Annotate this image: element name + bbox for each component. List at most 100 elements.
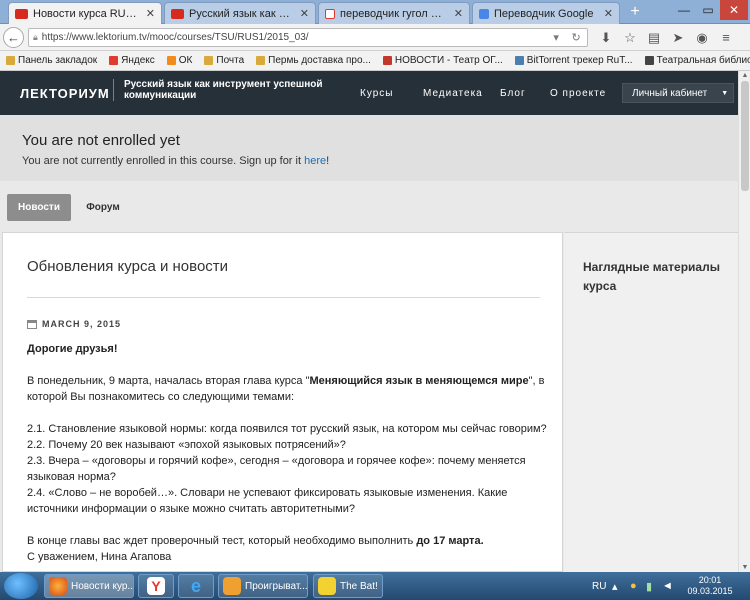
news-panel: Обновления курса и новости MARCH 9, 2015… <box>2 232 563 572</box>
post-signature: С уважением, Нина Агапова <box>27 551 172 563</box>
task-yandex-browser[interactable]: Y <box>138 574 174 598</box>
task-label: Проигрыват... <box>245 580 308 592</box>
cabinet-label: Личный кабинет <box>632 87 708 99</box>
download-icon[interactable]: ⬇ <box>598 30 614 46</box>
volume-icon[interactable]: ◄ <box>662 572 673 600</box>
news-heading: Обновления курса и новости <box>27 258 229 275</box>
browser-tab-2[interactable]: Русский язык как инстру... ✕ <box>164 2 316 24</box>
youtube-red-icon <box>171 8 184 19</box>
back-arrow-icon[interactable]: ← <box>3 27 24 48</box>
folder-icon <box>6 56 15 65</box>
notice-text-after: ! <box>326 155 330 167</box>
nav-link-blog[interactable]: Блог <box>500 88 550 99</box>
scroll-up-icon[interactable]: ▲ <box>741 72 749 79</box>
site-nav: Курсы Медиатека Блог О проекте <box>360 88 630 99</box>
site-header: ЛЕКТОРИУМ Русский язык как инструмент ус… <box>0 71 738 115</box>
bookmark-item[interactable]: Яндекс <box>103 55 161 66</box>
divider <box>27 297 540 298</box>
chat-icon[interactable]: ◉ <box>694 30 710 46</box>
enroll-link[interactable]: here <box>304 155 326 167</box>
topic-item: 2.3. Вчера – «договоры и горячий кофе», … <box>27 455 526 483</box>
torrent-icon <box>514 56 524 65</box>
browser-tab-4[interactable]: Переводчик Google ✕ <box>472 2 620 24</box>
cabinet-dropdown[interactable]: Личный кабинет ▼ <box>622 83 734 103</box>
maximize-icon[interactable]: ▭ <box>696 0 720 20</box>
send-icon[interactable]: ➤ <box>670 30 686 46</box>
new-tab-plus-icon[interactable]: + <box>626 3 644 21</box>
close-window-icon[interactable]: ✕ <box>720 0 748 20</box>
post-closing: В конце главы вас ждет проверочный тест,… <box>27 535 484 547</box>
tray-app-icon[interactable]: ● <box>630 572 637 600</box>
scroll-thumb[interactable] <box>741 81 749 191</box>
notice-title: You are not enrolled yet <box>22 132 180 149</box>
folder-icon <box>256 56 266 65</box>
network-icon[interactable]: ▮ <box>646 572 652 600</box>
browser-tab-label: Новости курса RUS1 | Ле... <box>33 7 141 20</box>
bookmark-item[interactable]: Пермь доставка про... <box>250 55 377 66</box>
theatre-icon <box>382 56 392 65</box>
post-greeting: Дорогие друзья! <box>27 343 118 355</box>
start-button[interactable] <box>4 573 38 599</box>
clock-date: 09.03.2015 <box>687 586 733 596</box>
close-icon[interactable]: ✕ <box>146 7 155 20</box>
reload-icon[interactable]: ↻ <box>571 31 580 44</box>
bookmark-item[interactable]: BitTorrent трекер RuT... <box>509 55 639 66</box>
odnoklassniki-icon <box>166 56 176 65</box>
sidebar-title: Наглядные материалы курса <box>583 260 720 293</box>
post-date: MARCH 9, 2015 <box>27 319 121 329</box>
bookmark-label: НОВОСТИ - Театр ОГ... <box>394 55 503 66</box>
nav-link-courses[interactable]: Курсы <box>360 88 425 99</box>
youtube-red-icon <box>15 8 28 19</box>
task-label: Новости кур... <box>71 580 134 592</box>
close-icon[interactable]: ✕ <box>300 7 309 20</box>
topic-item: 2.1. Становление языковой нормы: когда п… <box>27 423 547 435</box>
caret-down-icon: ▼ <box>721 89 729 97</box>
bookmark-label: Театральная библио... <box>656 55 750 66</box>
yandex-browser-icon: Y <box>147 577 165 595</box>
clipboard-icon[interactable]: ▤ <box>646 30 662 46</box>
media-player-icon <box>223 577 241 595</box>
tab-forum[interactable]: Форум <box>80 194 126 221</box>
minimize-icon[interactable]: — <box>672 0 696 20</box>
system-clock[interactable]: 20:01 09.03.2015 <box>680 575 740 597</box>
task-media-player[interactable]: Проигрыват... <box>218 574 308 598</box>
task-internet-explorer[interactable]: e <box>178 574 214 598</box>
task-firefox[interactable]: Новости кур... <box>44 574 134 598</box>
browser-tab-label: переводчик гугол — Янд... <box>340 7 449 20</box>
nav-link-media[interactable]: Медиатека <box>423 88 503 99</box>
nav-link-about[interactable]: О проекте <box>550 88 630 99</box>
menu-icon[interactable]: ≡ <box>718 30 734 46</box>
address-bar[interactable]: 🔒︎ https://www.lektorium.tv/mooc/courses… <box>28 28 588 47</box>
bookmark-item[interactable]: Театральная библио... <box>639 55 750 66</box>
bookmark-label: Почта <box>216 55 245 66</box>
dropdown-arrow-icon[interactable]: ▾ <box>553 31 559 44</box>
topic-item: 2.4. «Слово – не воробей…». Словари не у… <box>27 487 508 515</box>
bookmark-item[interactable]: Панель закладок <box>0 55 103 66</box>
firefox-icon <box>49 577 67 595</box>
bookmark-item[interactable]: НОВОСТИ - Театр ОГ... <box>377 55 509 66</box>
bookmark-item[interactable]: Почта <box>198 55 250 66</box>
bookmark-star-icon[interactable]: ☆ <box>622 30 638 46</box>
tray-arrow-icon[interactable]: ▴ <box>612 572 618 600</box>
tab-news[interactable]: Новости <box>7 194 71 221</box>
bookmark-item[interactable]: ОК <box>161 55 199 66</box>
language-indicator[interactable]: RU <box>592 572 606 600</box>
browser-tab-strip: Новости курса RUS1 | Ле... ✕ Русский язы… <box>0 0 750 24</box>
globe-icon: 🔒︎ <box>33 32 38 42</box>
close-icon[interactable]: ✕ <box>454 7 463 20</box>
bookmark-label: Пермь доставка про... <box>268 55 371 66</box>
browser-tab-1[interactable]: Новости курса RUS1 | Ле... ✕ <box>8 2 162 24</box>
task-label: The Bat! <box>340 580 378 592</box>
scroll-down-icon[interactable]: ▼ <box>741 564 749 571</box>
post-date-text: MARCH 9, 2015 <box>42 319 122 329</box>
bookmarks-bar: Панель закладок Яндекс ОК Почта Пермь достав… <box>0 51 750 71</box>
course-title: Русский язык как инструмент успешной ком… <box>113 79 338 101</box>
browser-tab-3[interactable]: переводчик гугол — Янд... ✕ <box>318 2 470 24</box>
page-scrollbar[interactable]: ▲ ▼ <box>738 71 750 572</box>
enroll-notice: You are not enrolled yet You are not cur… <box>0 115 738 181</box>
close-icon[interactable]: ✕ <box>604 7 613 20</box>
task-the-bat[interactable]: The Bat! <box>313 574 383 598</box>
site-logo[interactable]: ЛЕКТОРИУМ <box>20 86 110 101</box>
bookmark-label: Панель закладок <box>18 55 98 66</box>
url-text[interactable]: https://www.lektorium.tv/mooc/courses/TS… <box>42 32 547 43</box>
